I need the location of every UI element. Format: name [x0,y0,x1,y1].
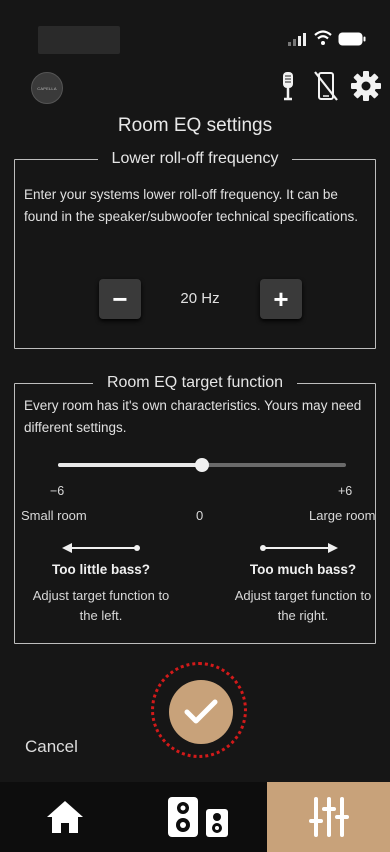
confirm-button[interactable] [169,680,233,744]
signal-icon [288,33,306,46]
minus-icon: − [112,283,128,314]
too-little-bass-title: Too little bass? [51,562,150,577]
no-phone-icon[interactable] [313,70,339,102]
large-room-label: Large room [309,508,376,523]
logo-text: CAPELLA [37,85,57,91]
slider-fill [58,463,202,467]
tab-equalizer[interactable] [267,782,390,852]
status-bar [0,0,390,58]
increase-frequency-button[interactable]: + [260,279,302,319]
arrow-right-icon [260,543,338,553]
status-time-redacted [38,26,120,54]
too-little-bass-body: Adjust target function to the left. [32,588,170,623]
target-legend: Room EQ target function [106,374,284,391]
wifi-icon [314,30,332,45]
equalizer-icon [308,797,349,837]
frequency-value: 20 Hz [180,290,220,307]
slider-zero-label: 0 [196,508,204,523]
checkmark-icon [184,699,218,724]
target-function-slider[interactable] [58,458,346,472]
home-icon [47,801,83,833]
too-much-bass-title: Too much bass? [249,562,357,577]
arrow-left-icon [62,543,140,553]
tab-home[interactable] [0,782,130,852]
microphone-icon[interactable] [277,70,299,102]
battery-icon [338,32,366,46]
brand-logo: CAPELLA [31,72,63,104]
rolloff-description: Enter your systems lower roll-off freque… [24,187,358,224]
plus-icon: + [273,283,289,314]
rolloff-legend: Lower roll-off frequency [111,150,279,167]
cancel-button[interactable]: Cancel [25,737,78,757]
gear-icon[interactable] [350,70,382,102]
target-description: Every room has it's own characteristics.… [24,398,362,435]
speakers-icon [167,797,228,837]
page-title: Room EQ settings [117,115,273,136]
slider-min-label: −6 [50,484,65,498]
tab-speakers[interactable] [130,782,267,852]
decrease-frequency-button[interactable]: − [99,279,141,319]
slider-thumb[interactable] [195,458,209,472]
slider-max-label: +6 [338,484,353,498]
rolloff-frequency-group: Lower roll-off frequency [14,150,376,349]
too-much-bass-body: Adjust target function to the right. [234,588,372,623]
small-room-label: Small room [21,508,87,523]
